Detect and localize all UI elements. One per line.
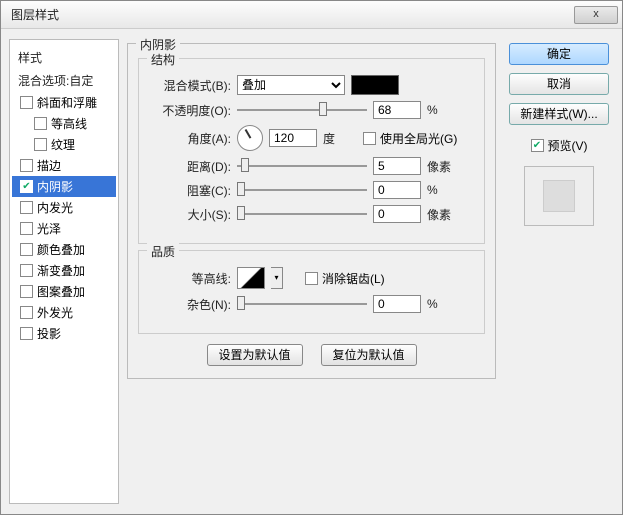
style-checkbox[interactable] (20, 96, 33, 109)
style-checkbox[interactable] (20, 306, 33, 319)
style-item-5[interactable]: 内发光 (12, 197, 116, 218)
angle-label: 角度(A): (147, 130, 231, 147)
new-style-button[interactable]: 新建样式(W)... (509, 103, 609, 125)
style-checkbox[interactable] (20, 222, 33, 235)
style-item-8[interactable]: 渐变叠加 (12, 260, 116, 281)
style-item-4[interactable]: 内阴影 (12, 176, 116, 197)
style-checkbox[interactable] (20, 159, 33, 172)
inner-shadow-fieldset: 内阴影 结构 混合模式(B): 叠加 不透明度(O): (127, 43, 496, 379)
style-item-1[interactable]: 等高线 (12, 113, 116, 134)
make-default-button[interactable]: 设置为默认值 (207, 344, 303, 366)
style-item-9[interactable]: 图案叠加 (12, 281, 116, 302)
choke-slider[interactable] (237, 182, 367, 198)
contour-dropdown-icon[interactable]: ▾ (271, 267, 283, 289)
size-unit: 像素 (427, 206, 461, 223)
styles-list: 样式 混合选项:自定 斜面和浮雕等高线纹理描边内阴影内发光光泽颜色叠加渐变叠加图… (9, 39, 119, 504)
noise-label: 杂色(N): (147, 296, 231, 313)
size-label: 大小(S): (147, 206, 231, 223)
style-item-0[interactable]: 斜面和浮雕 (12, 92, 116, 113)
preview-checkbox[interactable] (531, 139, 544, 152)
style-label: 外发光 (37, 304, 73, 321)
blend-mode-select[interactable]: 叠加 (237, 75, 345, 95)
style-label: 投影 (37, 325, 61, 342)
choke-label: 阻塞(C): (147, 182, 231, 199)
settings-panel: 内阴影 结构 混合模式(B): 叠加 不透明度(O): (125, 39, 498, 504)
style-checkbox[interactable] (34, 138, 47, 151)
style-checkbox[interactable] (20, 327, 33, 340)
style-label: 图案叠加 (37, 283, 85, 300)
layer-style-dialog: 图层样式 x 样式 混合选项:自定 斜面和浮雕等高线纹理描边内阴影内发光光泽颜色… (0, 0, 623, 515)
style-checkbox[interactable] (20, 264, 33, 277)
angle-input[interactable] (269, 129, 317, 147)
global-light-label: 使用全局光(G) (380, 130, 457, 147)
styles-heading[interactable]: 样式 (12, 46, 116, 69)
style-checkbox[interactable] (20, 201, 33, 214)
opacity-slider[interactable] (237, 102, 367, 118)
angle-dial[interactable] (237, 125, 263, 151)
contour-swatch[interactable] (237, 267, 265, 289)
angle-unit: 度 (323, 130, 357, 147)
noise-slider[interactable] (237, 296, 367, 312)
style-label: 描边 (37, 157, 61, 174)
quality-group: 品质 等高线: ▾ 消除锯齿(L) 杂色(N): (138, 250, 485, 334)
style-checkbox[interactable] (20, 285, 33, 298)
blend-options[interactable]: 混合选项:自定 (12, 69, 116, 92)
style-label: 等高线 (51, 115, 87, 132)
global-light-checkbox[interactable] (363, 132, 376, 145)
close-button[interactable]: x (574, 6, 618, 24)
style-label: 光泽 (37, 220, 61, 237)
opacity-input[interactable] (373, 101, 421, 119)
distance-unit: 像素 (427, 158, 461, 175)
style-label: 内阴影 (37, 178, 73, 195)
contour-label: 等高线: (147, 270, 231, 287)
style-item-11[interactable]: 投影 (12, 323, 116, 344)
reset-default-button[interactable]: 复位为默认值 (321, 344, 417, 366)
right-panel: 确定 取消 新建样式(W)... 预览(V) (504, 39, 614, 504)
style-item-6[interactable]: 光泽 (12, 218, 116, 239)
style-label: 斜面和浮雕 (37, 94, 97, 111)
size-input[interactable] (373, 205, 421, 223)
blend-mode-label: 混合模式(B): (147, 77, 231, 94)
style-checkbox[interactable] (34, 117, 47, 130)
quality-title: 品质 (147, 243, 179, 260)
antialias-checkbox[interactable] (305, 272, 318, 285)
distance-label: 距离(D): (147, 158, 231, 175)
style-label: 颜色叠加 (37, 241, 85, 258)
style-label: 内发光 (37, 199, 73, 216)
style-item-7[interactable]: 颜色叠加 (12, 239, 116, 260)
style-checkbox[interactable] (20, 243, 33, 256)
antialias-label: 消除锯齿(L) (322, 270, 385, 287)
choke-unit: % (427, 183, 461, 197)
noise-input[interactable] (373, 295, 421, 313)
style-item-3[interactable]: 描边 (12, 155, 116, 176)
cancel-button[interactable]: 取消 (509, 73, 609, 95)
window-title: 图层样式 (11, 6, 574, 23)
noise-unit: % (427, 297, 461, 311)
ok-button[interactable]: 确定 (509, 43, 609, 65)
style-checkbox[interactable] (20, 180, 33, 193)
style-item-10[interactable]: 外发光 (12, 302, 116, 323)
opacity-unit: % (427, 103, 461, 117)
structure-title: 结构 (147, 51, 179, 68)
style-label: 纹理 (51, 136, 75, 153)
structure-group: 结构 混合模式(B): 叠加 不透明度(O): (138, 58, 485, 244)
titlebar: 图层样式 x (1, 1, 622, 29)
opacity-label: 不透明度(O): (147, 102, 231, 119)
style-label: 渐变叠加 (37, 262, 85, 279)
content: 样式 混合选项:自定 斜面和浮雕等高线纹理描边内阴影内发光光泽颜色叠加渐变叠加图… (1, 29, 622, 514)
style-item-2[interactable]: 纹理 (12, 134, 116, 155)
distance-slider[interactable] (237, 158, 367, 174)
choke-input[interactable] (373, 181, 421, 199)
preview-thumbnail (543, 180, 575, 212)
size-slider[interactable] (237, 206, 367, 222)
color-swatch[interactable] (351, 75, 399, 95)
distance-input[interactable] (373, 157, 421, 175)
preview-label: 预览(V) (548, 137, 588, 154)
preview-box (524, 166, 594, 226)
